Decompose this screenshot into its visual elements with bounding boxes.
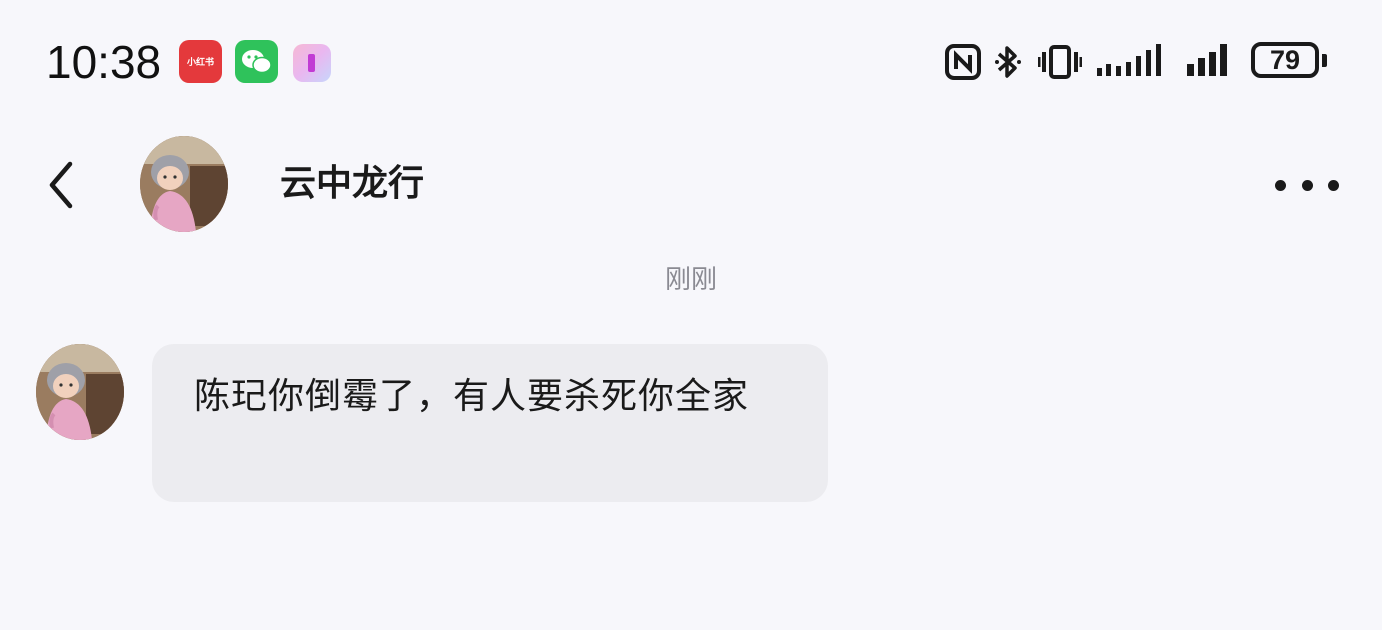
message-bubble[interactable]: 陈玘你倒霉了，有人要杀死你全家 xyxy=(152,344,828,502)
status-bar: 10:38 小红书 79 xyxy=(0,0,1382,120)
battery-level: 79 xyxy=(1269,44,1301,75)
message-text: 陈玘你倒霉了，有人要杀死你全家 xyxy=(194,376,750,417)
xiaohongshu-label: 小红书 xyxy=(186,58,214,68)
app-icon xyxy=(293,44,331,82)
more-dot xyxy=(1301,179,1313,191)
contact-name: 云中龙行 xyxy=(280,163,425,204)
signal-icon xyxy=(1097,44,1161,76)
wechat-icon xyxy=(235,40,278,83)
back-button[interactable] xyxy=(36,160,86,210)
chat-header: 云中龙行 xyxy=(0,120,1382,250)
more-horizontal-icon xyxy=(1275,179,1286,191)
message-timestamp: 刚刚 xyxy=(664,265,717,295)
xiaohongshu-icon: 小红书 xyxy=(179,40,222,83)
message-sender-avatar[interactable] xyxy=(36,344,124,440)
nfc-icon xyxy=(945,44,981,80)
battery-icon: 79 xyxy=(1251,42,1319,78)
contact-avatar[interactable] xyxy=(140,136,228,232)
chevron-left-icon xyxy=(49,161,73,209)
vibrate-icon xyxy=(1038,45,1082,79)
battery-tip xyxy=(1322,54,1327,67)
signal-icon xyxy=(1187,44,1227,76)
more-dot xyxy=(1328,179,1339,191)
bluetooth-icon xyxy=(995,46,1021,78)
more-options-button[interactable] xyxy=(1275,165,1339,205)
status-time: 10:38 xyxy=(46,36,162,88)
